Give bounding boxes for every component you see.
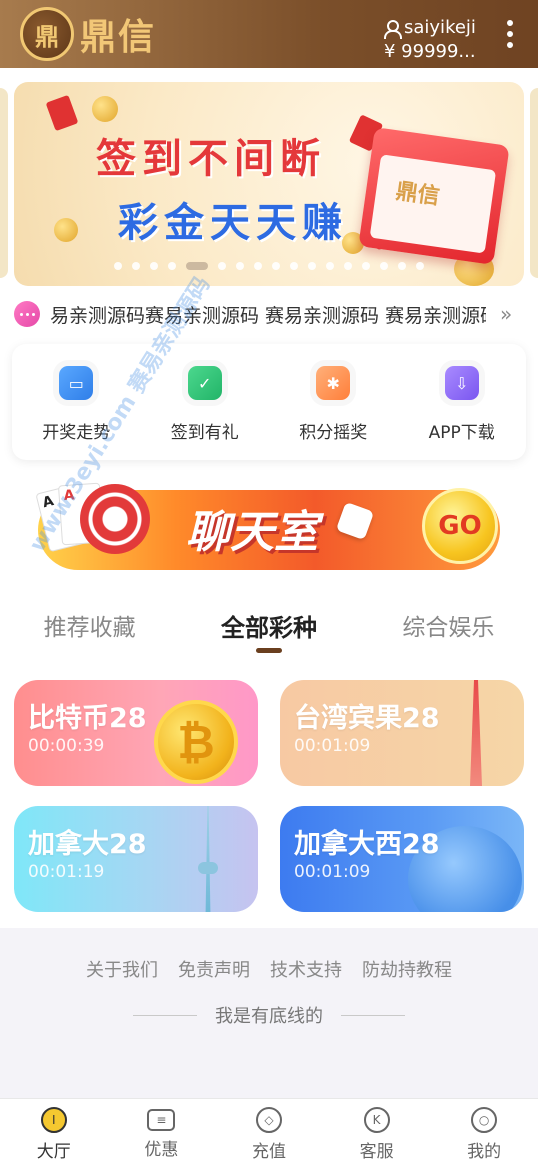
- game-card-taiwan-bingo28[interactable]: 台湾宾果28 00:01:09: [280, 680, 524, 786]
- carousel-dot[interactable]: [236, 262, 244, 270]
- quick-item-label: APP下载: [428, 423, 495, 443]
- notice-text: 易亲测源码赛易亲测源码 赛易亲测源码 赛易亲测源码 赛易亲测源码: [50, 304, 486, 327]
- game-card-canada28[interactable]: 加拿大28 00:01:19: [14, 806, 258, 912]
- end-of-list: 我是有底线的: [0, 1002, 538, 1028]
- game-name: 加拿大西28: [294, 829, 440, 860]
- username: saiyikeji: [404, 17, 476, 38]
- cn-tower-pod-icon: [198, 862, 218, 874]
- nav-support[interactable]: K 客服: [323, 1099, 431, 1165]
- end-of-list-text: 我是有底线的: [215, 1006, 323, 1027]
- download-icon: ⇩: [444, 366, 479, 400]
- nav-profile[interactable]: ○ 我的: [430, 1099, 538, 1165]
- nav-promotions[interactable]: ≡ 优惠: [108, 1099, 216, 1165]
- game-countdown: 00:00:39: [28, 736, 105, 756]
- carousel-dot[interactable]: [326, 262, 334, 270]
- wheel-icon: ✱: [316, 366, 351, 400]
- nav-label: 大厅: [36, 1142, 71, 1162]
- nav-label: 优惠: [144, 1140, 179, 1160]
- banner-subheadline: 彩金天天赚: [118, 200, 348, 246]
- game-name: 比特币28: [28, 703, 147, 734]
- recharge-icon: ◇: [255, 1107, 282, 1133]
- tab-active-indicator: [256, 648, 282, 653]
- carousel-dot[interactable]: [218, 262, 226, 270]
- game-countdown: 00:01:09: [294, 736, 371, 756]
- carousel-dot[interactable]: [132, 262, 140, 270]
- taipei-tower-icon: [470, 680, 482, 786]
- banner-next-peek: [530, 88, 538, 278]
- logo-text: 鼎信: [80, 16, 157, 58]
- red-envelope-icon: [45, 94, 79, 132]
- game-countdown: 00:01:09: [294, 862, 371, 882]
- notice-marquee[interactable]: 易亲测源码赛易亲测源码 赛易亲测源码 赛易亲测源码 赛易亲测源码 »: [14, 298, 524, 330]
- page-footer: 关于我们 免责声明 技术支持 防劫持教程 我是有底线的: [0, 928, 538, 1098]
- footer-links: 关于我们 免责声明 技术支持 防劫持教程: [0, 956, 538, 982]
- carousel-dot[interactable]: [168, 262, 176, 270]
- quick-item-label: 积分摇奖: [299, 423, 368, 443]
- chat-room-title: 聊天室: [186, 507, 318, 558]
- tab-favorites[interactable]: 推荐收藏: [0, 608, 179, 658]
- carousel-dots: [14, 262, 524, 270]
- coin-icon: [54, 218, 78, 242]
- game-card-canada-west28[interactable]: 加拿大西28 00:01:09: [280, 806, 524, 912]
- carousel-dot[interactable]: [308, 262, 316, 270]
- carousel-dot[interactable]: [380, 262, 388, 270]
- game-card-bitcoin28[interactable]: ₿ 比特币28 00:00:39: [14, 680, 258, 786]
- carousel-dot[interactable]: [254, 262, 262, 270]
- quick-item-label: 签到有礼: [170, 423, 239, 443]
- quick-item-lottery-wheel[interactable]: ✱ 积分摇奖: [269, 344, 398, 460]
- banner-prev-peek: [0, 88, 8, 278]
- quick-item-app-download[interactable]: ⇩ APP下载: [398, 344, 527, 460]
- calendar-check-icon: ✓: [187, 366, 222, 400]
- nav-recharge[interactable]: ◇ 充值: [215, 1099, 323, 1165]
- cn-tower-icon: [205, 806, 211, 912]
- carousel-dot[interactable]: [150, 262, 158, 270]
- game-name: 加拿大28: [28, 829, 147, 860]
- nav-lobby[interactable]: I 大厅: [0, 1099, 108, 1165]
- carousel-dot[interactable]: [398, 262, 406, 270]
- carousel-dot[interactable]: [416, 262, 424, 270]
- carousel-dot[interactable]: [344, 262, 352, 270]
- nav-label: 充值: [251, 1142, 286, 1162]
- coin-icon: [92, 96, 118, 122]
- chart-monitor-icon: ▭: [59, 366, 94, 400]
- carousel-dot[interactable]: [362, 262, 370, 270]
- footer-link-anti-hijack[interactable]: 防劫持教程: [362, 956, 452, 982]
- divider: [341, 1014, 405, 1016]
- banner-headline: 签到不间断: [96, 136, 326, 182]
- profile-icon: ○: [471, 1107, 498, 1133]
- lobby-icon: I: [40, 1107, 67, 1133]
- brand-logo[interactable]: 鼎 鼎信: [20, 7, 170, 61]
- tab-entertainment[interactable]: 综合娱乐: [359, 608, 538, 658]
- game-countdown: 00:01:19: [28, 862, 105, 882]
- divider: [133, 1014, 197, 1016]
- chat-room-banner[interactable]: A A 聊天室 GO: [35, 478, 500, 570]
- user-icon: [384, 20, 402, 39]
- user-info[interactable]: saiyikeji ¥ 99999...: [384, 16, 504, 64]
- go-button[interactable]: GO: [422, 488, 498, 564]
- footer-link-about[interactable]: 关于我们: [86, 956, 158, 982]
- more-menu-icon[interactable]: [505, 20, 515, 48]
- app-header: 鼎 鼎信 saiyikeji ¥ 99999...: [0, 0, 538, 68]
- bitcoin-icon: ₿: [154, 700, 238, 784]
- carousel-dot[interactable]: [272, 262, 280, 270]
- banner-carousel[interactable]: 签到不间断 彩金天天赚 鼎信: [0, 82, 538, 286]
- carousel-dot[interactable]: [114, 262, 122, 270]
- support-icon: K: [363, 1107, 390, 1133]
- account-balance: ¥ 99999...: [384, 41, 476, 62]
- logo-mark-icon: 鼎: [20, 7, 74, 61]
- chevron-right-double-icon[interactable]: »: [500, 302, 512, 326]
- carousel-dot[interactable]: [290, 262, 298, 270]
- chat-bubble-icon: [14, 301, 40, 327]
- banner-slide[interactable]: 签到不间断 彩金天天赚 鼎信: [14, 82, 524, 286]
- ticket-icon: ≡: [147, 1109, 176, 1131]
- calendar-brand-label: 鼎信: [394, 179, 442, 210]
- footer-link-disclaimer[interactable]: 免责声明: [178, 956, 250, 982]
- bottom-nav: I 大厅 ≡ 优惠 ◇ 充值 K 客服 ○ 我的: [0, 1098, 538, 1165]
- footer-link-support[interactable]: 技术支持: [270, 956, 342, 982]
- game-name: 台湾宾果28: [294, 703, 440, 734]
- nav-label: 我的: [467, 1142, 502, 1162]
- nav-label: 客服: [359, 1142, 394, 1162]
